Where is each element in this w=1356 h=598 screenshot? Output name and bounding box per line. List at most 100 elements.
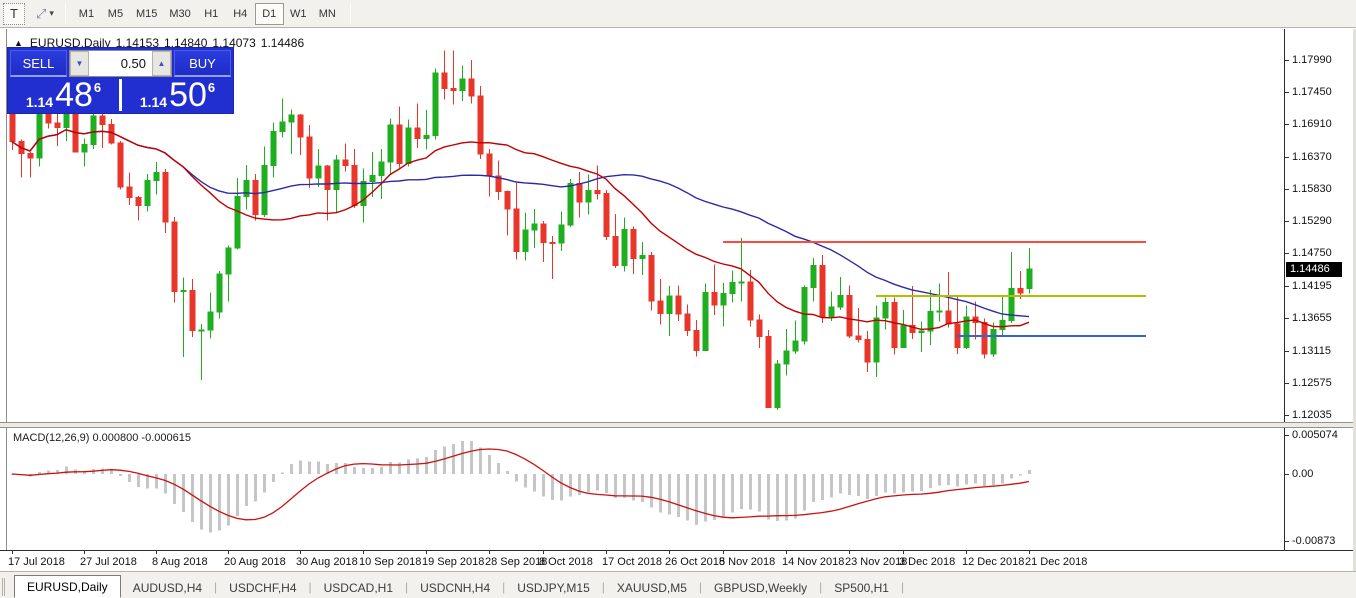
bear-candle bbox=[757, 320, 762, 337]
bull-candle bbox=[361, 182, 366, 206]
bull-candle bbox=[460, 79, 465, 90]
time-axis-label: 21 Dec 2018 bbox=[1025, 556, 1087, 568]
bull-candle bbox=[271, 132, 276, 166]
bull-candle bbox=[793, 341, 798, 351]
time-axis-tickmark bbox=[12, 550, 13, 554]
bull-candle bbox=[334, 160, 339, 189]
chart-tab-xauusd[interactable]: XAUUSD,M5 bbox=[605, 577, 699, 598]
bear-candle bbox=[712, 292, 717, 305]
bull-candle bbox=[244, 180, 249, 196]
bull-candle bbox=[874, 318, 879, 362]
buy-price-sup: 6 bbox=[208, 80, 215, 95]
macd-histogram-bar bbox=[227, 474, 230, 526]
chart-tab-gbpusd[interactable]: GBPUSD,Weekly bbox=[702, 577, 819, 598]
macd-histogram-bar bbox=[182, 474, 185, 512]
collapse-triangle-icon[interactable]: ▲ bbox=[14, 38, 23, 48]
chart-tab-usdjpy[interactable]: USDJPY,M15 bbox=[505, 577, 601, 598]
bear-candle bbox=[1018, 288, 1023, 293]
timeframe-button-m1[interactable]: M1 bbox=[72, 3, 101, 25]
price-axis-border bbox=[1284, 29, 1285, 550]
time-axis-tickmark bbox=[723, 550, 724, 554]
bear-candle bbox=[118, 143, 123, 187]
chart-tab-usdchf[interactable]: USDCHF,H4 bbox=[217, 577, 308, 598]
macd-histogram-bar bbox=[371, 468, 374, 474]
cycle-arrows-button[interactable]: ⤢ ▾ bbox=[33, 3, 57, 25]
macd-histogram-bar bbox=[524, 474, 527, 488]
bull-candle bbox=[640, 256, 645, 259]
chart-tab-usdcad[interactable]: USDCAD,H1 bbox=[312, 577, 405, 598]
cycle-arrows-icon: ⤢ bbox=[36, 6, 46, 22]
bull-candle bbox=[235, 197, 240, 248]
timeframe-button-m5[interactable]: M5 bbox=[101, 3, 130, 25]
macd-histogram-bar bbox=[911, 474, 914, 492]
macd-histogram-bar bbox=[596, 474, 599, 490]
bull-candle bbox=[532, 224, 537, 230]
macd-histogram-bar bbox=[614, 474, 617, 498]
volume-stepper: ▼ ▲ bbox=[69, 50, 172, 77]
macd-histogram-bar bbox=[245, 474, 248, 506]
bear-candle bbox=[946, 311, 951, 324]
bull-candle bbox=[559, 225, 564, 243]
macd-histogram-bar bbox=[938, 474, 941, 486]
bull-candle bbox=[388, 125, 393, 162]
macd-axis-tickmark bbox=[1284, 435, 1289, 436]
macd-histogram-bar bbox=[767, 474, 770, 520]
price-axis-tick-label: 1.12035 bbox=[1292, 409, 1332, 421]
macd-histogram-bar bbox=[263, 474, 266, 493]
bull-candle bbox=[289, 115, 294, 122]
macd-histogram-bar bbox=[839, 474, 842, 494]
macd-histogram-bar bbox=[218, 474, 221, 531]
chart-tab-usdcnh[interactable]: USDCNH,H4 bbox=[408, 577, 502, 598]
macd-indicator-canvas[interactable] bbox=[8, 428, 1284, 549]
timeframe-button-m30[interactable]: M30 bbox=[163, 3, 196, 25]
macd-histogram-bar bbox=[416, 458, 419, 474]
bear-candle bbox=[163, 173, 168, 222]
macd-histogram-bar bbox=[506, 471, 509, 474]
timeframe-button-m15[interactable]: M15 bbox=[130, 3, 163, 25]
bear-candle bbox=[415, 128, 420, 139]
bull-candle bbox=[991, 329, 996, 353]
time-axis-tickmark bbox=[426, 550, 427, 554]
macd-histogram-bar bbox=[587, 474, 590, 492]
chart-tab-sp500[interactable]: SP500,H1 bbox=[822, 577, 901, 598]
time-axis-tickmark bbox=[606, 550, 607, 554]
timeframe-button-h1[interactable]: H1 bbox=[197, 3, 226, 25]
macd-histogram-bar bbox=[461, 441, 464, 474]
time-axis-tickmark bbox=[543, 550, 544, 554]
chart-tab-eurusd[interactable]: EURUSD,Daily bbox=[14, 575, 121, 598]
price-axis-tick-label: 1.15830 bbox=[1292, 183, 1332, 195]
macd-histogram-bar bbox=[830, 474, 833, 497]
timeframe-button-mn[interactable]: MN bbox=[313, 3, 342, 25]
chart-tab-audusd[interactable]: AUDUSD,H4 bbox=[121, 577, 214, 598]
volume-increase-button[interactable]: ▲ bbox=[152, 51, 171, 76]
timeframe-button-h4[interactable]: H4 bbox=[226, 3, 255, 25]
time-axis-label: 27 Jul 2018 bbox=[80, 556, 137, 568]
sell-button[interactable]: SELL bbox=[10, 50, 67, 77]
macd-histogram-bar bbox=[947, 474, 950, 485]
bull-candle bbox=[154, 173, 159, 181]
macd-histogram-bar bbox=[236, 474, 239, 516]
time-axis-label: 26 Oct 2018 bbox=[665, 556, 725, 568]
time-axis-tickmark bbox=[156, 550, 157, 554]
time-axis-label: 8 Oct 2018 bbox=[539, 556, 593, 568]
bear-candle bbox=[685, 314, 690, 331]
bull-candle bbox=[1027, 269, 1032, 289]
macd-histogram-bar bbox=[407, 459, 410, 474]
text-tool-button[interactable]: T bbox=[3, 3, 25, 25]
timeframe-button-d1[interactable]: D1 bbox=[255, 3, 284, 25]
bull-candle bbox=[145, 180, 150, 205]
volume-decrease-button[interactable]: ▼ bbox=[70, 51, 89, 76]
bull-candle bbox=[91, 116, 96, 145]
bull-candle bbox=[406, 128, 411, 164]
timeframe-button-w1[interactable]: W1 bbox=[284, 3, 313, 25]
sell-price-big: 48 bbox=[55, 82, 93, 110]
bear-candle bbox=[307, 137, 312, 178]
volume-input[interactable] bbox=[89, 51, 152, 76]
bull-candle bbox=[370, 176, 375, 182]
buy-button[interactable]: BUY bbox=[174, 50, 231, 77]
current-price-badge: 1.14486 bbox=[1286, 262, 1342, 277]
macd-histogram-bar bbox=[281, 472, 284, 474]
buy-price-button[interactable]: 1.14 50 6 bbox=[122, 79, 233, 111]
sell-price-button[interactable]: 1.14 48 6 bbox=[8, 79, 119, 111]
price-axis-tick-label: 1.16370 bbox=[1292, 151, 1332, 163]
